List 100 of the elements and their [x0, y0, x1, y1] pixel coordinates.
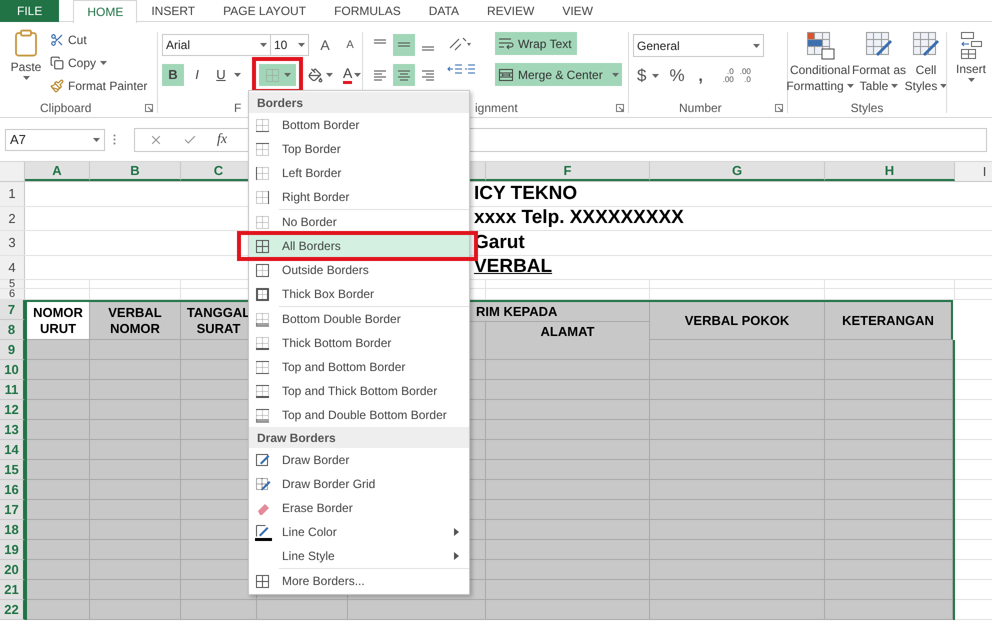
row-header[interactable]: 18 — [0, 520, 25, 540]
comma-button[interactable]: , — [694, 63, 707, 88]
column-header[interactable]: H — [825, 162, 955, 181]
row-header[interactable]: 9 — [0, 340, 25, 360]
caret-icon — [753, 44, 760, 48]
table-cell — [27, 420, 90, 440]
dialog-launcher-icon[interactable] — [616, 104, 624, 112]
merge-center-button[interactable]: Merge & Center — [495, 63, 622, 86]
menu-item[interactable]: Top and Bottom Border — [249, 355, 469, 379]
bold-button[interactable]: B — [162, 64, 184, 86]
menu-item[interactable]: Draw Border — [249, 448, 469, 472]
border-icon — [255, 142, 270, 156]
merge-icon — [498, 68, 514, 82]
row-header[interactable]: 12 — [0, 400, 25, 420]
table-cell — [27, 460, 90, 480]
table-cell — [27, 360, 90, 380]
caret-icon — [652, 74, 660, 78]
row-header[interactable]: 6 — [0, 289, 25, 299]
shrink-font-button[interactable]: A — [341, 36, 359, 54]
row-header[interactable]: 15 — [0, 460, 25, 480]
menu-item[interactable]: Right Border — [249, 185, 469, 209]
border-icon — [255, 238, 270, 254]
menu-item[interactable]: Top and Thick Bottom Border — [249, 379, 469, 403]
row-header[interactable]: 13 — [0, 420, 25, 440]
number-format-field[interactable]: General — [633, 34, 764, 57]
font-name-field[interactable]: Arial — [162, 34, 271, 56]
row-header[interactable]: 20 — [0, 560, 25, 580]
row-header[interactable]: 5 — [0, 280, 25, 288]
menu-item[interactable]: Line Color — [249, 520, 469, 544]
row-header[interactable]: 4 — [0, 256, 25, 279]
menu-item[interactable]: Outside Borders — [249, 258, 469, 282]
row-header[interactable]: 14 — [0, 440, 25, 460]
caret-icon — [354, 73, 362, 77]
style-button[interactable]: Format as Table — [852, 30, 906, 99]
italic-button[interactable]: I — [186, 64, 208, 86]
menu-item[interactable]: Top Border — [249, 137, 469, 161]
decrease-decimal-button[interactable]: .00 .0 — [740, 68, 751, 84]
dialog-launcher-icon[interactable] — [775, 104, 783, 112]
row-header[interactable]: 16 — [0, 480, 25, 500]
caret-icon — [968, 78, 974, 82]
ribbon-tab[interactable]: INSERT — [137, 0, 210, 22]
column-header[interactable]: F — [486, 162, 650, 181]
row-header[interactable]: 19 — [0, 540, 25, 560]
menu-item[interactable]: Erase Border — [249, 496, 469, 520]
row-header[interactable]: 7 — [0, 300, 25, 320]
row-header[interactable]: 17 — [0, 500, 25, 520]
row-header[interactable]: 2 — [0, 206, 25, 230]
row-header[interactable]: 3 — [0, 231, 25, 254]
currency-button[interactable]: $ — [633, 63, 646, 88]
menu-item[interactable]: Line Style — [249, 544, 469, 568]
horizontal-align-icon[interactable] — [393, 64, 415, 86]
ribbon-tab[interactable]: FORMULAS — [320, 0, 415, 22]
format-painter-button[interactable]: Format Painter — [50, 76, 148, 96]
column-header[interactable]: I — [955, 162, 992, 181]
menu-item[interactable]: All Borders — [249, 234, 469, 258]
submenu-arrow-icon — [454, 552, 459, 560]
paste-button[interactable]: Paste — [8, 28, 44, 99]
group-label: Styles — [850, 100, 884, 117]
ribbon-tab[interactable]: HOME — [73, 0, 138, 23]
menu-item[interactable]: Top and Double Bottom Border — [249, 403, 469, 427]
ribbon-tab[interactable]: DATA — [414, 0, 473, 22]
vertical-align-icon[interactable] — [393, 34, 415, 56]
ribbon-tab[interactable]: REVIEW — [472, 0, 548, 22]
border-icon — [264, 68, 280, 82]
row-header[interactable]: 22 — [0, 600, 25, 620]
row-header[interactable]: 1 — [0, 182, 25, 206]
insert-function-button[interactable]: fx — [217, 129, 228, 150]
table-cell — [27, 400, 90, 420]
style-button[interactable]: Conditional Formatting — [788, 30, 852, 99]
row-header[interactable]: 8 — [0, 320, 25, 340]
percent-button[interactable]: % — [669, 63, 685, 88]
name-box[interactable]: A7 — [5, 128, 105, 150]
menu-item[interactable]: Bottom Border — [249, 113, 469, 137]
column-header[interactable]: B — [90, 162, 181, 181]
ribbon-tab[interactable]: VIEW — [548, 0, 607, 22]
copy-button[interactable]: Copy — [50, 53, 148, 73]
font-size-field[interactable]: 10 — [271, 34, 309, 56]
row-header[interactable]: 11 — [0, 380, 25, 400]
row-header[interactable]: 21 — [0, 580, 25, 600]
cut-button[interactable]: Cut — [50, 30, 148, 50]
underline-button[interactable]: U — [210, 64, 232, 86]
column-header[interactable]: G — [650, 162, 825, 181]
fill-color-button[interactable] — [308, 68, 333, 82]
pencil-grid-icon — [255, 452, 271, 468]
menu-item[interactable]: Draw Border Grid — [249, 472, 469, 496]
font-color-button[interactable]: A — [343, 66, 352, 84]
border-icon — [255, 166, 270, 180]
ribbon-tab[interactable]: FILE — [0, 0, 60, 22]
increase-decimal-button[interactable]: .0 .00 — [722, 68, 734, 84]
menu-item[interactable]: More Borders... — [249, 569, 469, 593]
grow-font-button[interactable]: A — [315, 34, 335, 56]
wrap-text-button[interactable]: Wrap Text — [495, 32, 577, 55]
menu-item[interactable]: No Border — [249, 210, 469, 234]
insert-button[interactable]: Insert — [953, 28, 989, 82]
caret-icon — [326, 73, 333, 77]
scissors-icon — [50, 33, 64, 47]
dialog-launcher-icon[interactable] — [145, 104, 153, 112]
column-header[interactable]: A — [25, 162, 90, 181]
row-header[interactable]: 10 — [0, 360, 25, 380]
ribbon-tab[interactable]: PAGE LAYOUT — [209, 0, 320, 22]
